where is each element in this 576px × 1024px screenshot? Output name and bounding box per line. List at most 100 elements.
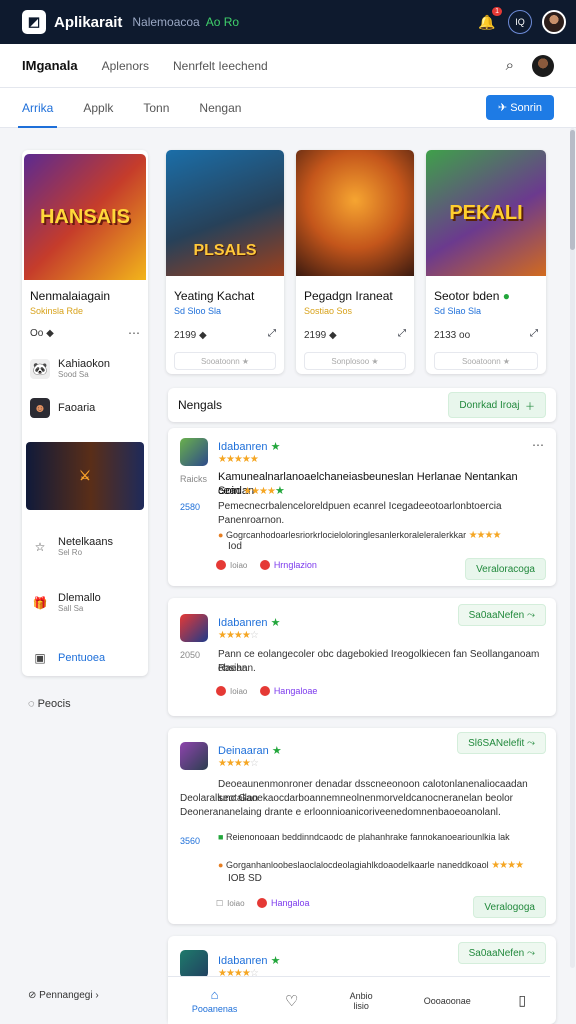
star-icon: ☆ <box>34 539 46 554</box>
review-action-button-4[interactable]: Sa0aaNefen ⤳ <box>457 942 546 964</box>
reviewer-name-2[interactable]: Idabanren ★ <box>218 616 280 629</box>
tab-1[interactable]: Arrika <box>17 88 58 128</box>
bottom-nav-home[interactable]: ⌂ Pooanenas <box>192 987 238 1014</box>
tab-bar: Arrika Applk Tonn Nengan ✈ Sonrin <box>0 88 576 128</box>
game-action-button-2[interactable]: Sooatoonn ★ <box>174 352 276 370</box>
tab-3[interactable]: Tonn <box>143 88 169 128</box>
bottom-nav-item-4[interactable]: Oooaoonae <box>424 996 471 1006</box>
nav-item-1[interactable]: Aplenors <box>102 59 149 73</box>
game-card-2[interactable]: PLSALS Yeating Kachat Sd Sloo Sla 2199 ◆… <box>166 150 284 374</box>
tab-4[interactable]: Nengan <box>199 88 241 128</box>
review-actions: Ioiao Hrnglazion <box>216 560 317 570</box>
more-options-icon[interactable]: ⋯ <box>128 326 140 340</box>
bottom-nav-favorites[interactable]: ♡ <box>285 992 298 1010</box>
bottom-nav-tablet[interactable]: ▯ <box>518 992 526 1009</box>
review-action-button-1[interactable]: Veraloracoga <box>465 558 546 580</box>
app-subtitle: Nalemoacoa <box>132 15 200 29</box>
reviewer-avatar-4[interactable] <box>180 950 208 978</box>
scrollbar-thumb[interactable] <box>570 130 575 250</box>
sidebar-item-3[interactable]: ☆ Netelkaans Sel Ro <box>30 536 113 557</box>
notification-bell-icon[interactable]: 🔔 1 <box>476 7 502 33</box>
app-name: Aplikarait <box>54 13 123 31</box>
heart-icon: ♡ <box>285 992 299 1010</box>
verified-icon: ★ <box>274 485 285 497</box>
panda-icon: 🐼 <box>30 358 50 379</box>
reviewer-name-text: Deinaaran <box>218 745 269 757</box>
expand-icon[interactable]: ⤢ <box>268 328 276 339</box>
game-thumbnail-2[interactable]: PLSALS <box>166 150 284 276</box>
review-line-2: Panenroarnon. <box>218 515 285 526</box>
sidebar-below-label: Peocis <box>37 698 71 710</box>
sidebar-link[interactable]: ▣ Pentuoea <box>30 648 105 668</box>
reviewer-avatar-3[interactable] <box>180 742 208 770</box>
rating-stars: ★★★★☆ <box>218 758 259 769</box>
sidebar-below-item[interactable]: ◌ Peocis <box>28 698 71 710</box>
report-icon[interactable] <box>259 686 270 696</box>
sidebar-item-1[interactable]: 🐼 Kahiaokon Sood Sa <box>30 358 110 379</box>
calendar-icon: ▣ <box>34 651 46 665</box>
review-bullet-cont: Iod <box>228 541 242 552</box>
game-title-2[interactable]: Yeating Kachat <box>174 289 254 303</box>
scrollbar[interactable] <box>570 128 575 968</box>
review-action-button-2[interactable]: Sa0aaNefen ⤳ <box>457 604 546 626</box>
reviewer-name-3[interactable]: Deinaaran ★ <box>218 744 282 757</box>
review-bullet-2: ● Gorganhanloobeslaoclalocdeolagiahlkdoa… <box>218 860 524 871</box>
sidebar-game-banner[interactable]: ⚔ <box>26 442 144 510</box>
reviewer-name-4[interactable]: Idabanren ★ <box>218 954 280 967</box>
reply-label[interactable]: Ioiao <box>227 899 244 908</box>
rating-stars: ★★★★☆ <box>218 630 259 641</box>
search-icon[interactable]: ⌕ <box>506 57 514 74</box>
game-action-button-3[interactable]: Sonplosoo ★ <box>304 352 406 370</box>
review-link[interactable]: Hangaloa <box>271 898 310 908</box>
review-action-button-3[interactable]: Sl6SANelefit ⤳ <box>457 732 546 754</box>
sidebar-item-2[interactable]: ☻ Faoaria <box>30 398 95 418</box>
game-meta-3: 2199 ◆ <box>304 330 337 341</box>
game-action-button-4[interactable]: Sooatoonn ★ <box>434 352 538 370</box>
game-subtitle-3: Sostiao Sos <box>304 306 353 316</box>
expand-icon[interactable]: ⤢ <box>530 328 538 339</box>
reviewer-avatar-1[interactable] <box>180 438 208 466</box>
profile-avatar[interactable] <box>532 54 554 77</box>
reply-label[interactable]: Ioiao <box>230 687 247 696</box>
report-icon[interactable] <box>256 898 267 908</box>
game-subtitle-2: Sd Sloo Sla <box>174 306 222 316</box>
more-options-icon[interactable]: ⋯ <box>532 438 544 452</box>
checkbox-icon[interactable]: ☐ <box>216 899 223 908</box>
app-logo-icon[interactable]: ◩ <box>22 10 46 34</box>
tab-2[interactable]: Applk <box>83 88 113 128</box>
reviewer-name-1[interactable]: Idabanren ★ <box>218 440 280 453</box>
account-circle-button[interactable]: IQ <box>508 10 532 34</box>
review-actions: Ioiao Hangaloae <box>216 686 317 696</box>
primary-cta-button[interactable]: ✈ Sonrin <box>485 95 554 120</box>
cta-label: Sonrin <box>510 102 542 114</box>
sidebar-item-label: Dlemallo <box>58 592 101 604</box>
reviewer-avatar-2[interactable] <box>180 614 208 642</box>
game-thumbnail-4[interactable]: PEKALI <box>426 150 546 276</box>
nav-item-2[interactable]: Nenrfelt Ieechend <box>173 59 268 73</box>
user-avatar[interactable] <box>542 10 566 34</box>
sidebar-item-label: Netelkaans <box>58 536 114 548</box>
sidebar-item-4[interactable]: 🎁 Dlemallo Sall Sa <box>30 592 101 613</box>
download-button[interactable]: Donrkad Iroaj ＋ <box>448 392 546 418</box>
sidebar-footer-item[interactable]: ⊘ Pennangegi › <box>28 990 99 1001</box>
reply-icon[interactable] <box>216 686 226 696</box>
review-link[interactable]: Hangaloae <box>274 686 318 696</box>
game-thumbnail-1[interactable]: HANSAIS <box>24 154 146 280</box>
game-title-1[interactable]: Nenmalaiagain <box>30 289 110 303</box>
sidebar-footer-label: Pennangegi <box>39 990 93 1001</box>
game-title-3[interactable]: Pegadgn Iraneat <box>304 289 393 303</box>
reply-icon[interactable] <box>216 560 226 570</box>
review-action-button-3b[interactable]: Veralogoga <box>473 896 546 918</box>
game-title-4[interactable]: Seotor bden ● <box>434 289 510 303</box>
reply-label[interactable]: Ioiao <box>230 561 247 570</box>
report-icon[interactable] <box>259 560 270 570</box>
game-card-4[interactable]: PEKALI Seotor bden ● Sd Slao Sla 2133 oo… <box>426 150 546 374</box>
sidebar-item-sub: Sel Ro <box>58 548 83 557</box>
bottom-nav-item-3[interactable]: Anbio lisio <box>346 991 376 1011</box>
game-thumbnail-3[interactable] <box>296 150 414 276</box>
expand-icon[interactable]: ⤢ <box>398 328 406 339</box>
review-link[interactable]: Hrnglazion <box>274 560 317 570</box>
game-card-3[interactable]: Pegadgn Iraneat Sostiao Sos 2199 ◆ ⤢ Son… <box>296 150 414 374</box>
nav-brand[interactable]: IMganala <box>22 58 78 73</box>
review-title-cont: Soin ★★★★★ <box>218 484 544 499</box>
